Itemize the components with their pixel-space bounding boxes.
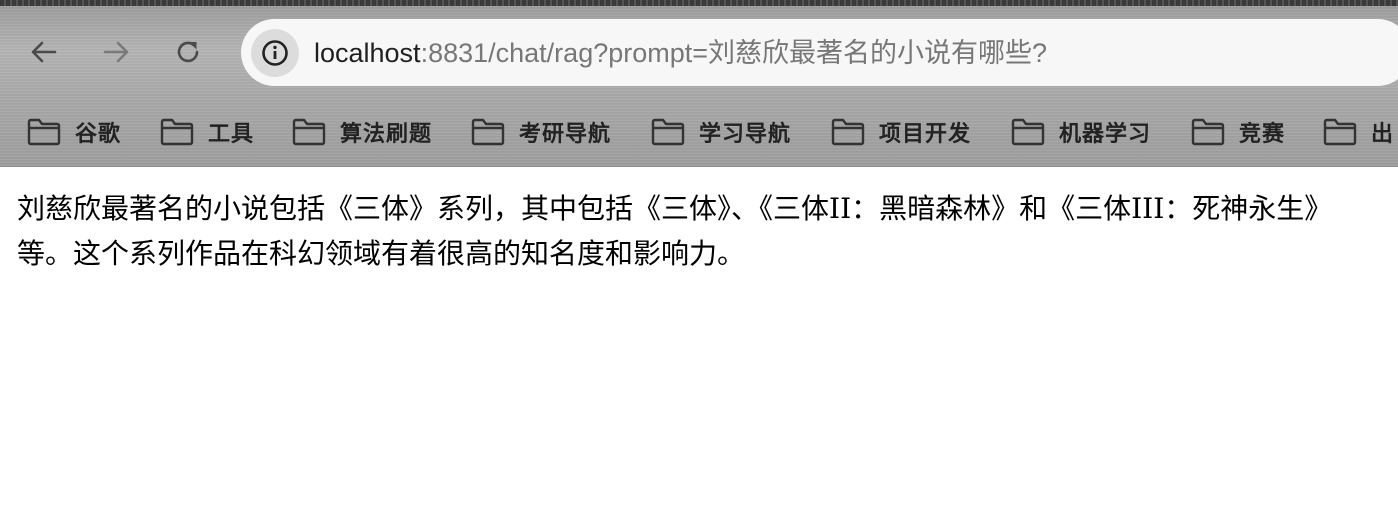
bookmark-label: 算法刷题: [340, 122, 433, 147]
browser-chrome: localhost:8831/chat/rag?prompt=刘慈欣最著名的小说…: [0, 0, 1398, 167]
bookmark-label: 出: [1371, 122, 1395, 147]
address-bar[interactable]: localhost:8831/chat/rag?prompt=刘慈欣最著名的小说…: [241, 19, 1398, 86]
url-text[interactable]: localhost:8831/chat/rag?prompt=刘慈欣最著名的小说…: [314, 36, 1047, 70]
bookmark-label: 项目开发: [879, 122, 972, 147]
folder-icon: [1011, 118, 1045, 146]
folder-icon: [1323, 118, 1357, 146]
bookmark-label: 谷歌: [75, 122, 122, 147]
window-top-strip: [0, 0, 1398, 6]
answer-text: 刘慈欣最著名的小说包括《三体》系列，其中包括《三体》、《三体II：黑暗森林》和《…: [17, 192, 1333, 270]
bookmark-folder-谷歌[interactable]: 谷歌: [27, 114, 121, 150]
folder-icon: [160, 118, 194, 146]
folder-icon: [651, 118, 685, 146]
url-path: :8831/chat/rag?prompt=刘慈欣最著名的小说有哪些?: [420, 38, 1048, 68]
bookmark-folder-出[interactable]: 出: [1323, 114, 1394, 150]
bookmark-label: 竞赛: [1239, 122, 1286, 147]
bookmark-folder-竞赛[interactable]: 竞赛: [1191, 114, 1285, 150]
bookmark-label: 学习导航: [699, 122, 792, 147]
bookmark-label: 工具: [208, 122, 255, 147]
info-icon: [262, 40, 288, 66]
arrow-left-icon: [31, 41, 57, 63]
folder-icon: [471, 118, 505, 146]
bookmark-folder-算法刷题[interactable]: 算法刷题: [292, 114, 432, 150]
bookmark-label: 机器学习: [1059, 122, 1152, 147]
arrow-right-icon: [103, 41, 129, 63]
reload-button[interactable]: [166, 30, 210, 74]
bookmark-folder-工具[interactable]: 工具: [160, 114, 254, 150]
url-host: localhost: [314, 38, 421, 68]
bookmark-folder-项目开发[interactable]: 项目开发: [831, 114, 971, 150]
site-info-button[interactable]: [251, 29, 299, 77]
bookmark-label: 考研导航: [519, 122, 612, 147]
folder-icon: [1191, 118, 1225, 146]
folder-icon: [292, 118, 326, 146]
forward-button[interactable]: [94, 30, 138, 74]
folder-icon: [831, 118, 865, 146]
bookmark-folder-机器学习[interactable]: 机器学习: [1011, 114, 1151, 150]
reload-icon: [177, 41, 199, 63]
bookmark-folder-学习导航[interactable]: 学习导航: [651, 114, 791, 150]
bookmarks-bar: 谷歌 工具 算法刷题 考研导航 学习导航 项目开发 机器学习 竞赛 出: [0, 106, 1398, 158]
bookmark-folder-考研导航[interactable]: 考研导航: [471, 114, 611, 150]
folder-icon: [27, 118, 61, 146]
back-button[interactable]: [22, 30, 66, 74]
